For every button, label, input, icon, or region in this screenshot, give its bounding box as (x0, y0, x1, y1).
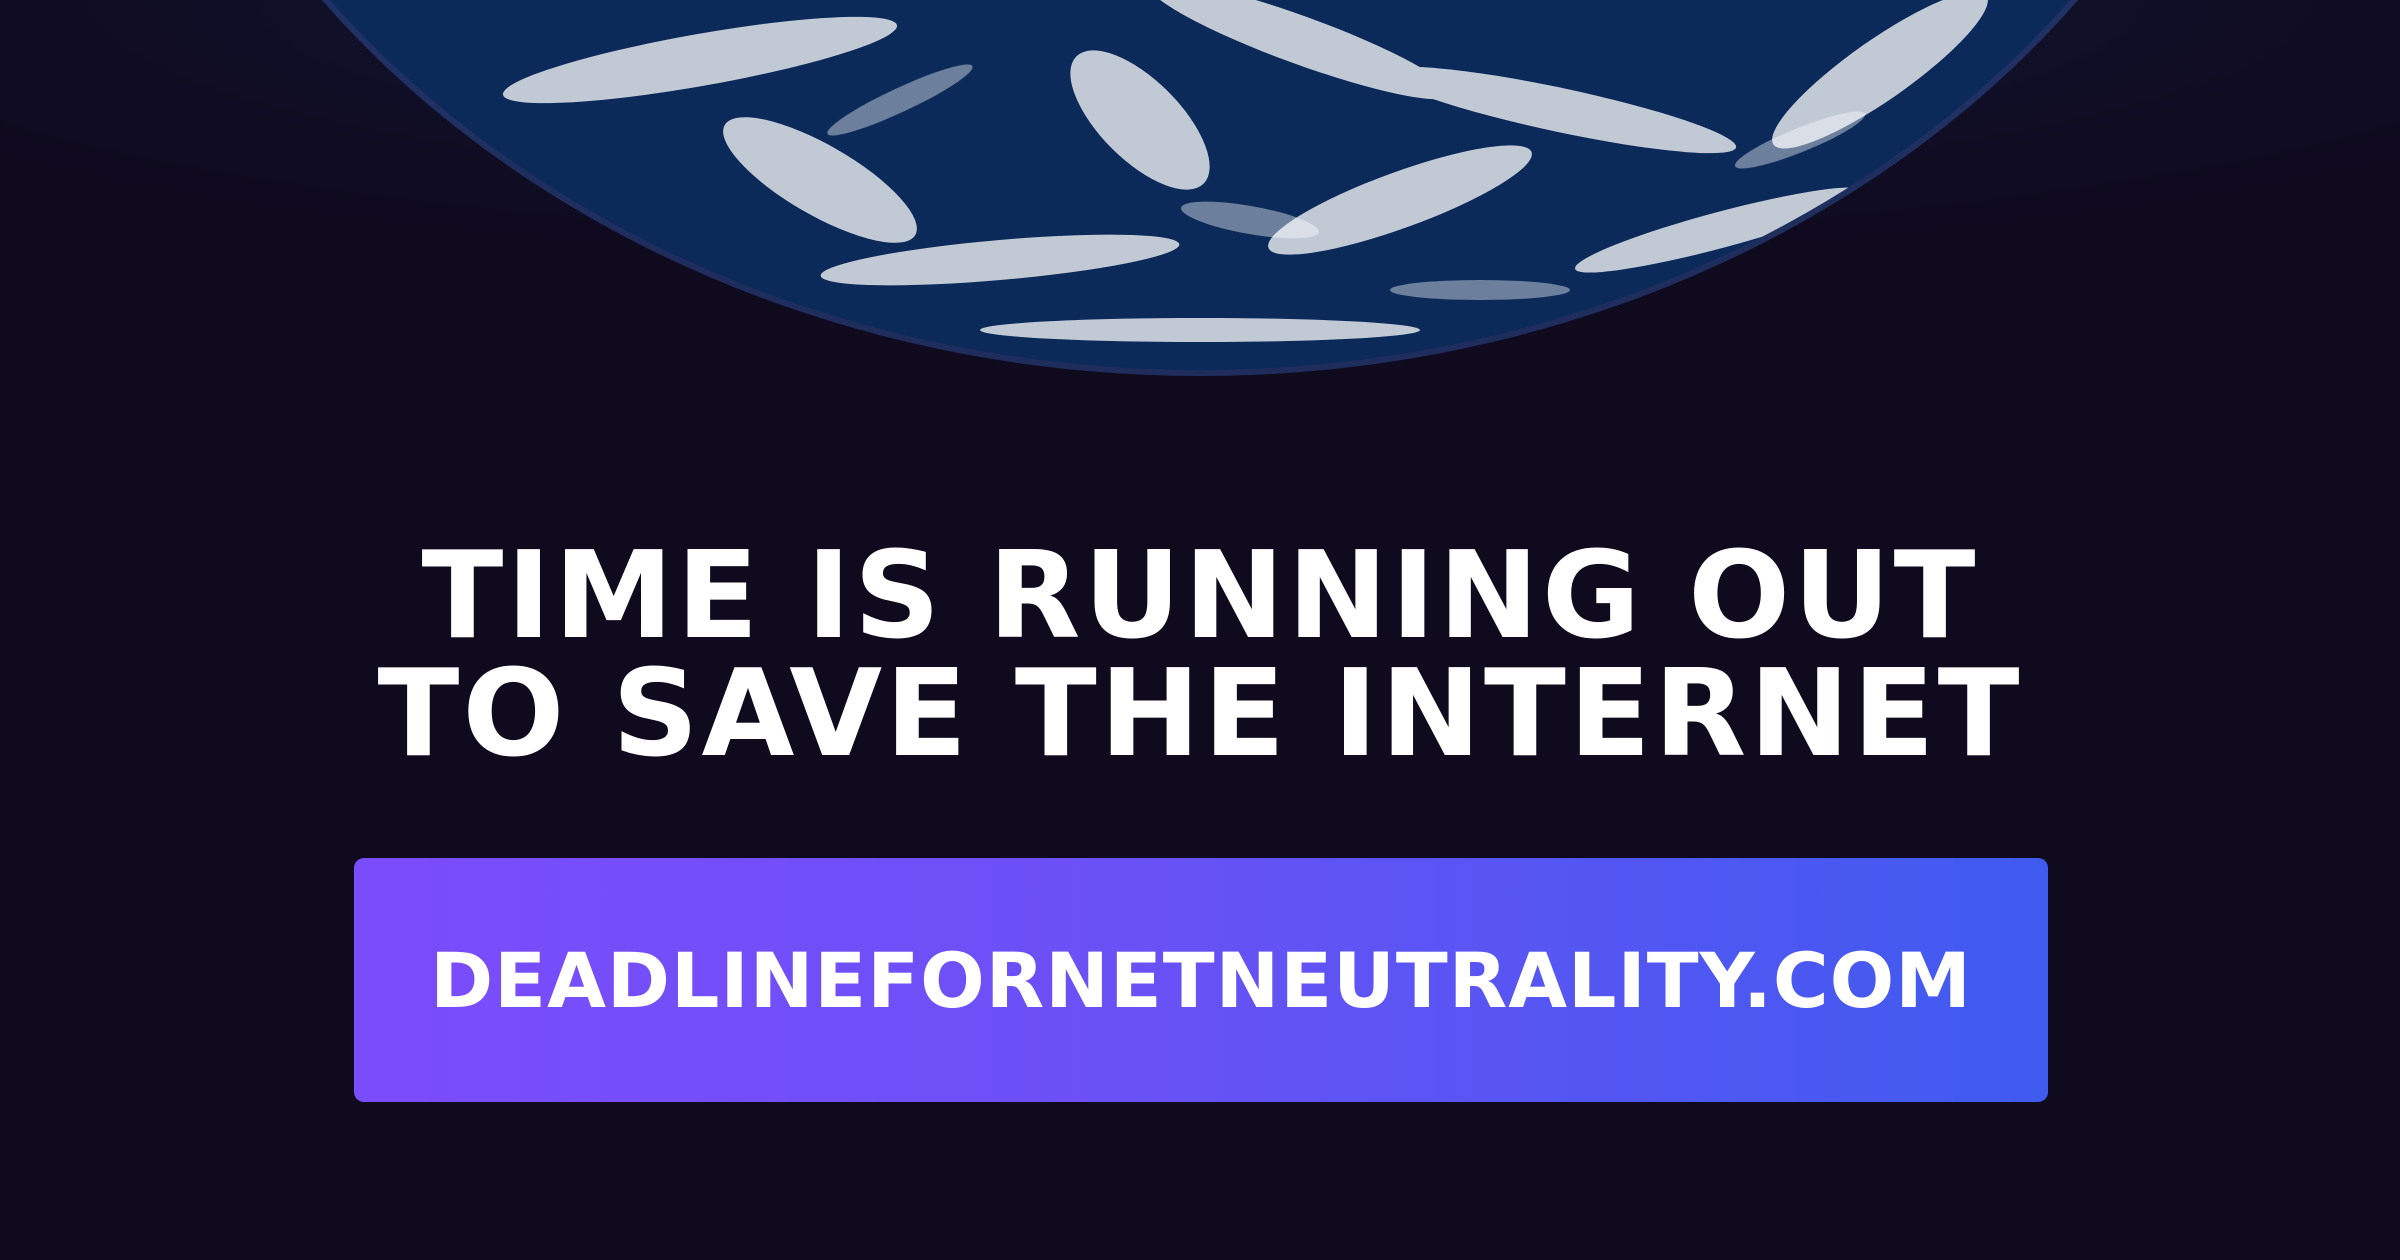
website-link-button[interactable]: DEADLINEFORNETNEUTRALITY.COM (354, 858, 2048, 1102)
earth-image (0, 0, 2400, 420)
website-link-label: DEADLINEFORNETNEUTRALITY.COM (430, 935, 1972, 1025)
headline-line-1: TIME IS RUNNING OUT (421, 527, 1979, 666)
banner: TIME IS RUNNING OUT TO SAVE THE INTERNET… (0, 0, 2400, 1260)
headline: TIME IS RUNNING OUT TO SAVE THE INTERNET (0, 527, 2400, 784)
headline-line-2: TO SAVE THE INTERNET (377, 645, 2023, 784)
